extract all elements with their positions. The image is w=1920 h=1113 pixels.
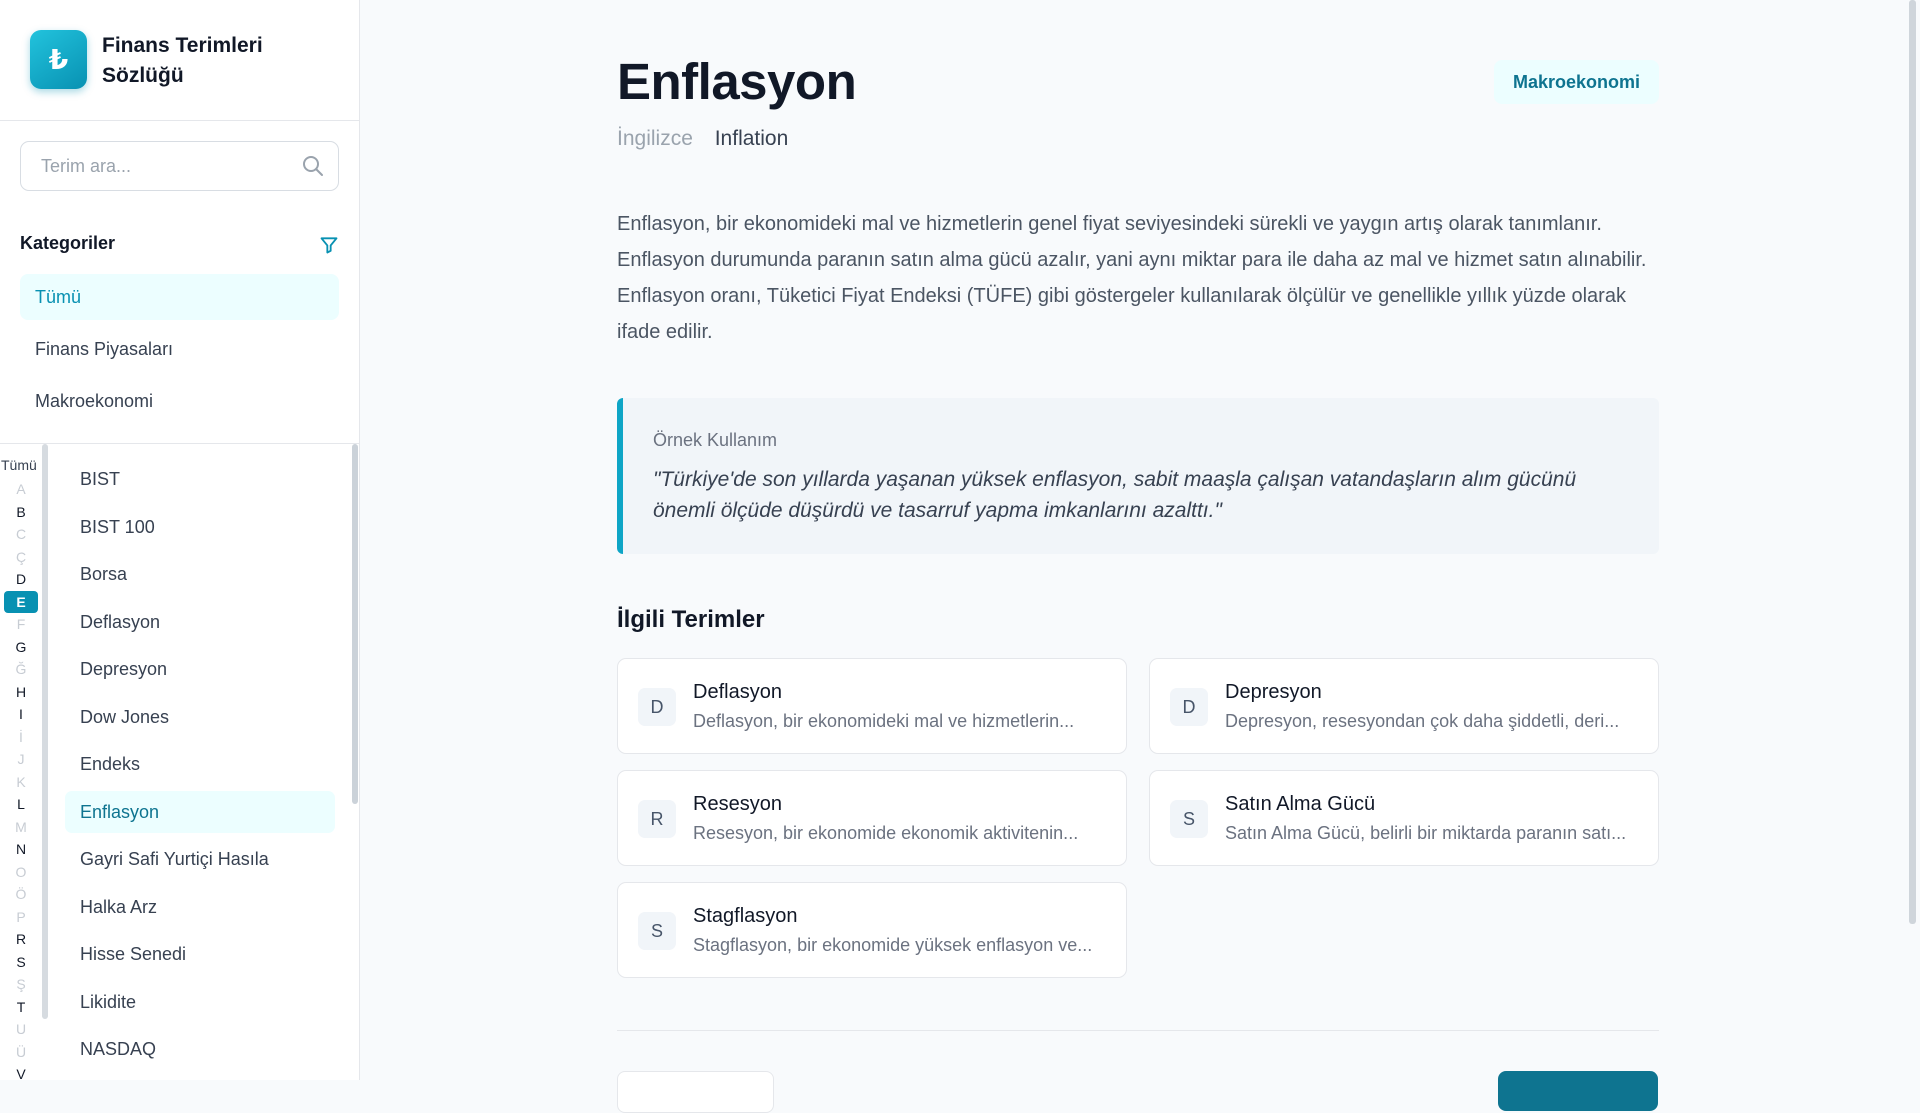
term-list-item[interactable]: Gayri Safi Yurtiçi Hasıla	[65, 838, 335, 880]
alphabet-letter[interactable]: V	[4, 1063, 38, 1086]
alphabet-letter: İ	[19, 728, 23, 745]
alphabet-letter[interactable]: E	[4, 590, 38, 613]
category-item[interactable]: Tümü	[20, 274, 339, 320]
alphabet-letter: P	[16, 908, 26, 925]
related-term-name: Depresyon	[1225, 681, 1322, 703]
alphabet-letter: Ç	[15, 548, 27, 565]
related-term-card[interactable]: R Resesyon Resesyon, bir ekonomide ekonomi…	[617, 770, 1127, 866]
example-box: Örnek Kullanım "Türkiye'de son yıllarda …	[617, 398, 1659, 554]
related-term-initial: R	[638, 800, 676, 838]
logo-icon: ₺	[30, 30, 87, 89]
alphabet-letter[interactable]: B	[4, 501, 38, 524]
english-value: Inflation	[714, 127, 789, 150]
alphabet-letter: C	[15, 526, 27, 542]
category-item[interactable]: Makroekonomi	[20, 378, 339, 424]
example-label: Örnek Kullanım	[653, 430, 778, 450]
category-badge[interactable]: Makroekonomi	[1494, 60, 1659, 104]
category-list: Tümü Finans Piyasaları Makroekonomi	[20, 274, 339, 430]
alphabet-letter[interactable]: G	[4, 636, 38, 659]
alphabet-letter[interactable]: L	[4, 793, 38, 816]
term-list-item[interactable]: BIST	[65, 458, 335, 500]
related-term-name: Deflasyon	[693, 681, 782, 703]
term-list-item[interactable]: Dow Jones	[65, 696, 335, 738]
english-label: İngilizce	[617, 127, 693, 150]
alphabet-letter[interactable]: N	[4, 838, 38, 861]
alphabet-letter: A	[16, 481, 26, 497]
term-list-scrollbar[interactable]	[352, 444, 358, 804]
related-term-card[interactable]: D Deflasyon Deflasyon, bir ekonomideki mal…	[617, 658, 1127, 754]
alphabet-letter: Ü	[15, 1043, 27, 1060]
related-term-description: Deflasyon, bir ekonomideki mal ve hizmet…	[693, 711, 1075, 731]
sidebar: ₺ Finans Terimleri Sözlüğü Kategoriler T…	[0, 0, 360, 1082]
related-term-description: Resesyon, bir ekonomide ekonomik aktivit…	[693, 823, 1079, 843]
term-detail: Enflasyon Makroekonomi İngilizce Inflati…	[360, 0, 1920, 1113]
app-title: Finans Terimleri Sözlüğü	[102, 34, 263, 87]
term-list-item[interactable]: Enflasyon	[65, 790, 335, 833]
alphabet-letter[interactable]: T	[4, 996, 38, 1019]
alphabet-letter[interactable]: D	[4, 568, 38, 591]
related-term-description: Stagflasyon, bir ekonomide yüksek enflas…	[693, 935, 1093, 955]
brand-header: ₺ Finans Terimleri Sözlüğü	[0, 0, 359, 121]
divider	[0, 443, 359, 444]
related-term-initial: D	[638, 688, 676, 726]
categories-title: Kategoriler	[20, 233, 116, 253]
term-list-item[interactable]: Hisse Senedi	[65, 933, 335, 975]
previous-term-button[interactable]	[617, 1071, 774, 1113]
related-term-card[interactable]: D Depresyon Depresyon, resesyondan çok dah…	[1149, 658, 1659, 754]
alphabet-letter[interactable]: S	[4, 951, 38, 974]
search-box	[20, 141, 339, 191]
related-term-name: Satın Alma Gücü	[1225, 793, 1376, 815]
related-term-initial: D	[1170, 688, 1208, 726]
search-icon[interactable]	[301, 154, 325, 178]
english-translation: İngilizce Inflation	[617, 127, 788, 151]
category-item[interactable]: Finans Piyasaları	[20, 326, 339, 372]
term-list-item[interactable]: Endeks	[65, 743, 335, 785]
alphabet-letter: Ş	[16, 976, 26, 992]
related-term-initial: S	[1170, 800, 1208, 838]
term-list-item[interactable]: Deflasyon	[65, 601, 335, 643]
related-term-card[interactable]: S Stagflasyon Stagflasyon, bir ekonomide y…	[617, 882, 1127, 978]
related-term-initial: S	[638, 912, 676, 950]
alphabet-scrollbar[interactable]	[42, 444, 48, 1019]
alphabet-letter[interactable]: I	[4, 703, 38, 726]
related-term-name: Resesyon	[693, 793, 782, 815]
alphabet-letter[interactable]: R	[4, 928, 38, 951]
definition-text: Enflasyon, bir ekonomideki mal ve hizmet…	[617, 213, 1647, 343]
related-term-description: Satın Alma Gücü, belirli bir miktarda pa…	[1225, 823, 1627, 843]
related-title: İlgili Terimler	[617, 606, 765, 633]
page-title: Enflasyon	[617, 53, 857, 110]
related-term-name: Stagflasyon	[693, 905, 798, 927]
term-list: BIST BIST 100 Borsa Deflasyon Depresyon Dow J…	[65, 458, 335, 1076]
alphabet-letter: O	[15, 863, 27, 880]
term-list-item[interactable]: Likidite	[65, 981, 335, 1023]
next-term-button[interactable]	[1498, 1071, 1658, 1111]
alphabet-letter: J	[17, 751, 25, 767]
divider	[617, 1030, 1659, 1031]
related-term-description: Depresyon, resesyondan çok daha şiddetli…	[1225, 711, 1620, 731]
page-scrollbar[interactable]	[1909, 0, 1916, 924]
search-input[interactable]	[20, 141, 339, 191]
term-list-item[interactable]: Borsa	[65, 553, 335, 595]
alphabet-letter: F	[16, 616, 26, 632]
alphabet-letter: Ğ	[15, 661, 27, 677]
alphabet-index: Tümü ABCÇDEFGĞHIİJKLMNOÖPRSŞTUÜV	[0, 452, 42, 1086]
term-list-item[interactable]: NASDAQ	[65, 1028, 335, 1070]
related-term-card[interactable]: S Satın Alma Gücü Satın Alma Gücü, belirli…	[1149, 770, 1659, 866]
term-list-item[interactable]: Halka Arz	[65, 886, 335, 928]
categories-header: Kategoriler	[20, 233, 339, 259]
term-list-item[interactable]: Depresyon	[65, 648, 335, 690]
term-list-item[interactable]: BIST 100	[65, 506, 335, 548]
alphabet-letter: K	[16, 773, 26, 790]
alphabet-letter: Ö	[15, 886, 27, 902]
alphabet-letter: M	[15, 818, 27, 835]
alphabet-all[interactable]: Tümü	[0, 452, 42, 478]
filter-icon[interactable]	[319, 235, 339, 255]
example-text: "Türkiye'de son yıllarda yaşanan yüksek …	[653, 468, 1577, 522]
alphabet-letter[interactable]: H	[4, 681, 38, 704]
alphabet-letter: U	[15, 1021, 27, 1037]
